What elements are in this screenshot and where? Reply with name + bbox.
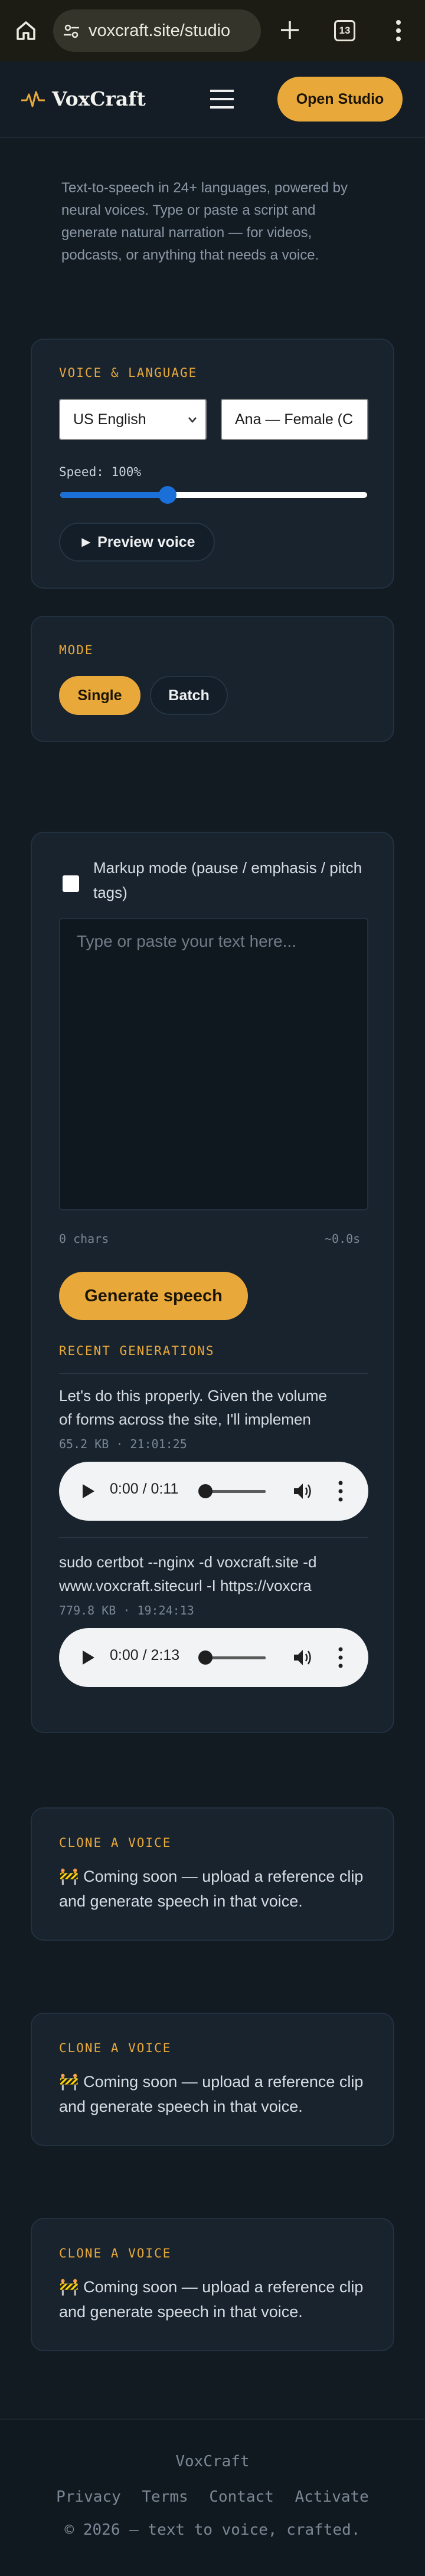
audio-progress[interactable] xyxy=(204,1656,266,1659)
volume-icon[interactable] xyxy=(293,1648,313,1667)
section-label: CLONE A VOICE xyxy=(59,2041,172,2055)
recent-generations-label: RECENT GENERATIONS xyxy=(59,1344,215,1358)
brand-logo[interactable]: VoxCraft xyxy=(21,87,146,110)
clone-voice-card: CLONE A VOICE 🚧 Coming soon — upload a r… xyxy=(31,2013,394,2146)
speed-slider[interactable] xyxy=(60,486,367,504)
coming-soon-text: 🚧 Coming soon — upload a reference clip … xyxy=(59,2073,364,2115)
coming-soon-text: 🚧 Coming soon — upload a reference clip … xyxy=(59,2278,364,2321)
markup-mode-label: Markup mode (pause / emphasis / pitch ta… xyxy=(93,859,362,901)
speed-slider-thumb[interactable] xyxy=(159,486,176,504)
language-select[interactable]: US English xyxy=(59,399,207,440)
play-icon[interactable] xyxy=(81,1649,96,1666)
mode-single-button[interactable]: Single xyxy=(59,676,140,715)
audio-player: 0:00 / 2:13 xyxy=(59,1628,368,1687)
audio-more-icon[interactable] xyxy=(338,1646,344,1669)
audio-progress-thumb[interactable] xyxy=(198,1650,212,1665)
generation-text: sudo certbot --nginx -d voxcraft.site -d xyxy=(59,1553,317,1571)
audio-time: 0:00 / 2:13 xyxy=(110,1647,180,1663)
audio-progress[interactable] xyxy=(204,1490,266,1493)
generation-text: Let's do this properly. Given the volume xyxy=(59,1387,327,1405)
divider xyxy=(59,1537,368,1538)
open-studio-button[interactable]: Open Studio xyxy=(277,77,403,122)
audio-more-icon[interactable] xyxy=(338,1479,344,1503)
play-icon[interactable] xyxy=(81,1483,96,1499)
footer-copyright: © 2026 — text to voice, crafted. xyxy=(64,2521,361,2539)
audio-time: 0:00 / 0:11 xyxy=(110,1481,179,1497)
more-vert-icon[interactable] xyxy=(390,17,407,45)
generation-text: www.voxcraft.sitecurl -I https://voxcra xyxy=(59,1577,312,1594)
footer-link-privacy[interactable]: Privacy xyxy=(56,2488,121,2506)
waveform-icon xyxy=(21,91,45,107)
speed-slider-fill xyxy=(60,492,168,498)
clone-voice-card: CLONE A VOICE 🚧 Coming soon — upload a r… xyxy=(31,2218,394,2351)
address-bar[interactable]: voxcraft.site/studio xyxy=(53,9,261,52)
section-label: CLONE A VOICE xyxy=(59,1836,172,1850)
divider xyxy=(59,1373,368,1374)
footer-link-activate[interactable]: Activate xyxy=(295,2488,369,2506)
voice-select[interactable]: Ana — Female (C xyxy=(221,399,368,440)
section-label: VOICE & LANGUAGE xyxy=(59,366,198,380)
clone-voice-card: CLONE A VOICE 🚧 Coming soon — upload a r… xyxy=(31,1807,394,1941)
footer-link-contact[interactable]: Contact xyxy=(209,2488,274,2506)
brand-name: VoxCraft xyxy=(52,87,146,110)
browser-toolbar: voxcraft.site/studio 13 xyxy=(0,0,425,61)
markup-mode-checkbox[interactable] xyxy=(63,875,79,892)
preview-voice-button[interactable]: ► Preview voice xyxy=(59,523,215,562)
voice-select-value: Ana — Female (C xyxy=(235,411,354,428)
footer-brand: VoxCraft xyxy=(175,2453,250,2470)
url-text: voxcraft.site/studio xyxy=(89,21,231,40)
coming-soon-text: 🚧 Coming soon — upload a reference clip … xyxy=(59,1868,364,1910)
section-label: MODE xyxy=(59,643,94,657)
site-header: VoxCraft Open Studio xyxy=(0,61,425,138)
generation-text: of forms across the site, I'll implemen xyxy=(59,1410,311,1428)
intro-text: Text-to-speech in 24+ languages, powered… xyxy=(61,180,348,263)
home-icon[interactable] xyxy=(14,19,38,42)
tab-switcher-button[interactable]: 13 xyxy=(334,20,355,41)
volume-icon[interactable] xyxy=(293,1482,313,1501)
footer-link-terms[interactable]: Terms xyxy=(142,2488,188,2506)
generation-meta: 65.2 KB · 21:01:25 xyxy=(59,1437,187,1451)
voice-language-card: VOICE & LANGUAGE US English Ana — Female… xyxy=(31,339,394,589)
hamburger-menu-icon[interactable] xyxy=(209,88,235,110)
footer-links: Privacy Terms Contact Activate xyxy=(0,2488,425,2506)
chevron-down-icon xyxy=(188,417,197,423)
new-tab-icon[interactable] xyxy=(277,18,302,42)
audio-player: 0:00 / 0:11 xyxy=(59,1462,368,1521)
site-footer: VoxCraft Privacy Terms Contact Activate … xyxy=(0,2419,425,2576)
generation-meta: 779.8 KB · 19:24:13 xyxy=(59,1603,194,1617)
site-settings-icon[interactable] xyxy=(63,22,80,40)
duration-estimate: ~0.0s xyxy=(325,1232,361,1246)
language-select-value: US English xyxy=(73,411,146,428)
mode-batch-button[interactable]: Batch xyxy=(150,676,228,715)
char-count: 0 chars xyxy=(59,1232,109,1246)
audio-progress-thumb[interactable] xyxy=(198,1484,212,1498)
script-textarea[interactable]: Type or paste your text here... xyxy=(59,918,368,1210)
section-label: CLONE A VOICE xyxy=(59,2246,172,2260)
editor-card: Markup mode (pause / emphasis / pitch ta… xyxy=(31,832,394,1733)
generate-speech-button[interactable]: Generate speech xyxy=(59,1272,248,1320)
speed-label: Speed: 100% xyxy=(59,465,142,479)
mode-card: MODE Single Batch xyxy=(31,616,394,742)
